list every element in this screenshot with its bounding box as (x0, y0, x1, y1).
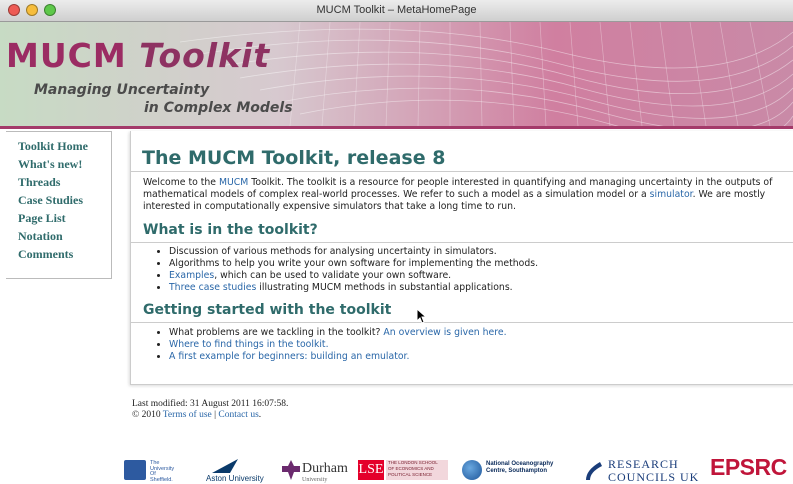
list-item: Algorithms to help you write your own so… (169, 258, 538, 270)
title-divider (131, 171, 793, 172)
simulator-link[interactable]: simulator (650, 189, 693, 200)
page-title: The MUCM Toolkit, release 8 (142, 147, 446, 169)
partner-logos: The University Of Sheffield. Aston Unive… (0, 452, 793, 484)
sidebar-item-threads[interactable]: Threads (6, 173, 111, 191)
aston-logo[interactable]: Aston University (206, 474, 264, 483)
first-example-link[interactable]: A first example for beginners: building … (169, 351, 409, 362)
list-item: Examples, which can be used to validate … (169, 270, 538, 282)
window-title: MUCM Toolkit – MetaHomePage (316, 4, 477, 16)
section-divider (131, 322, 793, 323)
copyright-line: © 2010 Terms of use | Contact us. (132, 410, 262, 420)
getting-started-list: What problems are we tackling in the too… (149, 327, 507, 363)
sidebar-item-whats-new[interactable]: What's new! (6, 155, 111, 173)
section-divider (131, 242, 793, 243)
site-banner: MUCM Toolkit Managing Uncertainty in Com… (0, 22, 793, 126)
rcuk-logo[interactable]: RESEARCH COUNCILS UK (608, 458, 699, 484)
sidebar-item-notation[interactable]: Notation (6, 227, 111, 245)
footer-meta: Last modified: 31 August 2011 16:07:58. … (132, 399, 288, 421)
list-item: Three case studies illustrating MUCM met… (169, 282, 538, 294)
main-content: The MUCM Toolkit, release 8 Welcome to t… (130, 131, 793, 385)
durham-sub: University (302, 477, 328, 483)
mouse-cursor-icon (416, 308, 428, 324)
examples-link[interactable]: Examples (169, 270, 214, 281)
lse-logo: THE LONDON SCHOOL OF ECONOMICS AND POLIT… (386, 460, 448, 480)
contact-us-link[interactable]: Contact us (218, 410, 258, 420)
list-item: What problems are we tackling in the too… (169, 327, 507, 339)
noc-logo[interactable]: National Oceanography Centre, Southampto… (486, 461, 553, 475)
noc-globe-icon (462, 460, 482, 480)
sidebar-nav: Toolkit Home What's new! Threads Case St… (6, 131, 112, 279)
where-to-find-link[interactable]: Where to find things in the toolkit. (169, 339, 329, 350)
list-item: A first example for beginners: building … (169, 351, 507, 363)
sidebar-item-comments[interactable]: Comments (6, 245, 111, 263)
sheffield-crest-icon (124, 460, 146, 480)
epsrc-logo[interactable]: EPSRC (710, 454, 787, 481)
durham-logo[interactable]: Durham (302, 461, 348, 477)
list-item: Where to find things in the toolkit. (169, 339, 507, 351)
window-titlebar: MUCM Toolkit – MetaHomePage (0, 0, 793, 22)
tagline-line-2: in Complex Models (144, 100, 293, 116)
case-studies-link[interactable]: Three case studies (169, 282, 256, 293)
rcuk-swoosh-icon (586, 462, 602, 480)
whats-in-list: Discussion of various methods for analys… (149, 246, 538, 294)
banner-divider (0, 126, 793, 129)
last-modified: Last modified: 31 August 2011 16:07:58. (132, 399, 289, 409)
mucm-link[interactable]: MUCM (219, 177, 248, 188)
terms-of-use-link[interactable]: Terms of use (163, 410, 212, 420)
section-heading-whats-in: What is in the toolkit? (143, 222, 318, 238)
sidebar-item-toolkit-home[interactable]: Toolkit Home (6, 137, 111, 155)
durham-cross-icon (282, 460, 300, 480)
sidebar-item-case-studies[interactable]: Case Studies (6, 191, 111, 209)
overview-link[interactable]: An overview is given here. (383, 327, 506, 338)
sidebar-item-page-list[interactable]: Page List (6, 209, 111, 227)
aston-triangle-icon (212, 459, 238, 473)
sheffield-logo[interactable]: The University Of Sheffield. (150, 460, 174, 483)
tagline-line-1: Managing Uncertainty (34, 82, 210, 98)
section-heading-getting-started: Getting started with the toolkit (143, 302, 392, 318)
site-logo[interactable]: MUCM Toolkit (6, 36, 270, 75)
lse-mark[interactable]: LSE (358, 460, 384, 480)
list-item: Discussion of various methods for analys… (169, 246, 538, 258)
intro-paragraph: Welcome to the MUCM Toolkit. The toolkit… (143, 177, 773, 212)
